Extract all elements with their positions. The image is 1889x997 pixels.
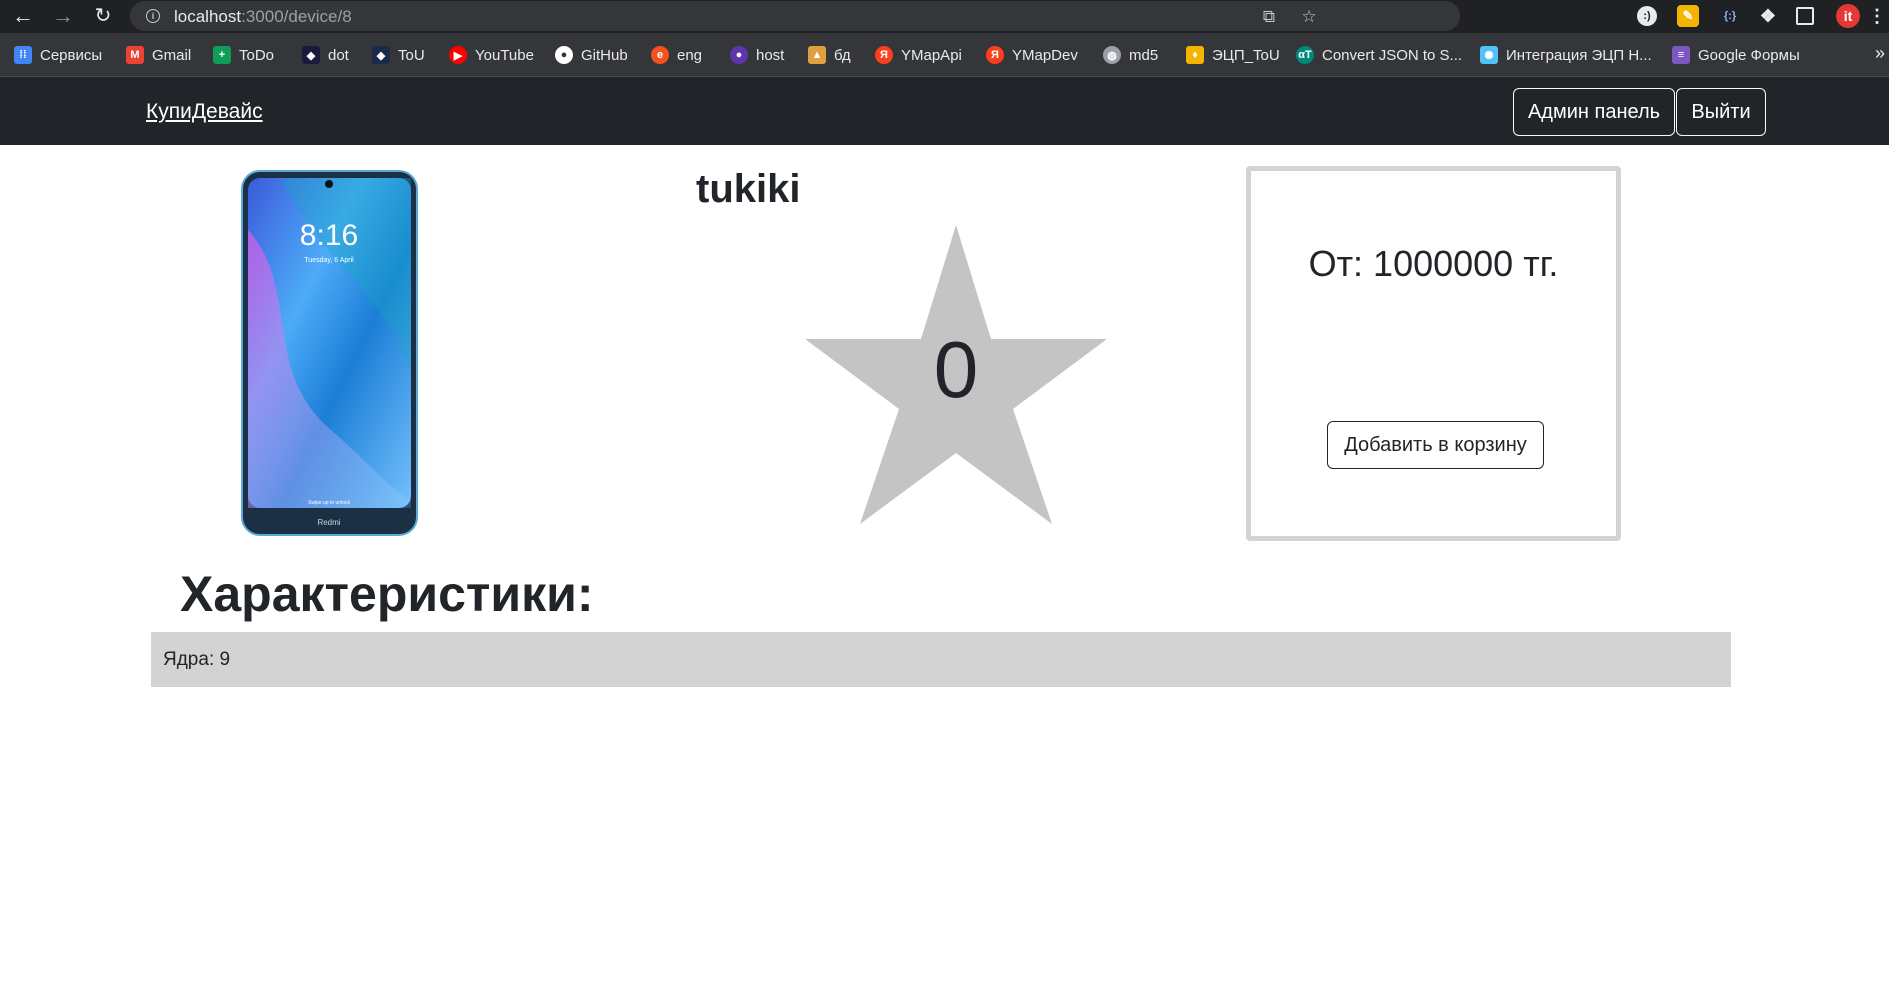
youtube-icon: ▶: [449, 46, 467, 64]
github-icon: ●: [555, 46, 573, 64]
bookmark-item[interactable]: ● host: [730, 45, 784, 65]
site-info-icon[interactable]: i: [146, 9, 160, 23]
forward-arrow-icon[interactable]: →: [50, 3, 76, 29]
back-arrow-icon[interactable]: ←: [10, 3, 36, 29]
menu-dots-icon[interactable]: ⋮: [1868, 4, 1886, 28]
bookmark-item[interactable]: ▶ YouTube: [449, 45, 534, 65]
share-icon[interactable]: ⧉: [1258, 6, 1280, 28]
bookmark-item[interactable]: ● GitHub: [555, 45, 628, 65]
brand-link[interactable]: КупиДевайс: [146, 100, 263, 124]
phone-unlock-hint: Swipe up to unlock: [308, 500, 350, 506]
bookmark-item[interactable]: ≡ Google Формы: [1672, 45, 1800, 65]
address-bar[interactable]: i localhost:3000/device/8 ⧉ ☆: [130, 1, 1460, 31]
bookmark-label: eng: [677, 46, 703, 64]
profile-it-icon[interactable]: it: [1836, 4, 1860, 28]
extensions-puzzle-icon[interactable]: ❖: [1756, 4, 1780, 28]
price-card: От: 1000000 тг. Добавить в корзину: [1246, 166, 1621, 541]
phone-time: 8:16: [300, 219, 358, 252]
app-navbar: КупиДевайс Админ панель Выйти: [0, 77, 1889, 145]
add-to-cart-button[interactable]: Добавить в корзину: [1327, 421, 1544, 469]
phone-brand: Redmi: [317, 518, 340, 527]
bookmark-item[interactable]: ◍ md5: [1103, 45, 1158, 65]
ecp-logo-icon: ♦: [1186, 46, 1204, 64]
bookmark-item[interactable]: αT Convert JSON to S...: [1296, 45, 1462, 65]
bookmark-star-icon[interactable]: ☆: [1298, 6, 1320, 28]
admin-panel-button[interactable]: Админ панель: [1513, 88, 1675, 136]
logout-button[interactable]: Выйти: [1676, 88, 1766, 136]
browser-toolbar: ← → ↻ i localhost:3000/device/8 ⧉ ☆ :) ✎…: [0, 0, 1889, 33]
bookmark-item[interactable]: ⁞⁞ Сервисы: [14, 45, 102, 65]
apps-grid-icon: ⁞⁞: [14, 46, 32, 64]
globe-icon: ◍: [1103, 46, 1121, 64]
bookmark-label: host: [756, 46, 785, 64]
bookmark-item[interactable]: Я YMapApi: [875, 45, 962, 65]
bookmark-label: Gmail: [152, 46, 192, 64]
db-logo-icon: ▲: [808, 46, 826, 64]
bookmark-item[interactable]: ◆ dot: [302, 45, 349, 65]
price-text: От: 1000000 тг.: [1308, 243, 1559, 284]
eng-logo-icon: e: [651, 46, 669, 64]
bookmark-label: Интеграция ЭЦП Н...: [1506, 46, 1652, 64]
url-text[interactable]: localhost:3000/device/8: [174, 7, 352, 27]
device-name: tukiki: [696, 167, 801, 211]
specs-title: Характеристики:: [180, 566, 594, 622]
todo-plus-icon: +: [213, 46, 231, 64]
bookmark-label: ToU: [398, 46, 425, 64]
convert-logo-icon: αT: [1296, 46, 1314, 64]
phone-date: Tuesday, 6 April: [304, 257, 354, 264]
bookmark-label: Google Формы: [1698, 46, 1800, 64]
extension-face-icon[interactable]: :): [1637, 6, 1657, 26]
bookmark-item[interactable]: ♦ ЭЦП_ToU: [1186, 45, 1280, 65]
bookmark-label: YMapDev: [1012, 46, 1078, 64]
rating-value: 0: [933, 325, 979, 414]
bookmark-item[interactable]: e eng: [651, 45, 702, 65]
bookmark-label: ToDo: [239, 46, 275, 64]
spec-row: Ядра: 9: [151, 632, 1731, 687]
bookmarks-more-icon[interactable]: »: [1875, 43, 1885, 64]
bookmark-label: md5: [1129, 46, 1159, 64]
extension-pencil-icon[interactable]: ✎: [1677, 5, 1699, 27]
url-path: :3000/device/8: [241, 7, 352, 26]
bookmarks-bar: » ⁞⁞ Сервисы M Gmail + ToDo ◆ dot ◆ ToU ▶ YouTube ● G…: [0, 33, 1889, 77]
bookmark-label: YouTube: [475, 46, 534, 64]
url-host: localhost: [174, 7, 242, 26]
bookmark-item[interactable]: + ToDo: [213, 45, 274, 65]
yandex-icon: Я: [986, 46, 1004, 64]
google-forms-icon: ≡: [1672, 46, 1690, 64]
bookmark-label: Сервисы: [40, 46, 103, 64]
integration-logo-icon: ✺: [1480, 46, 1498, 64]
yandex-icon: Я: [875, 46, 893, 64]
reload-icon[interactable]: ↻: [90, 3, 116, 29]
bookmark-item[interactable]: ▲ бд: [808, 45, 851, 65]
bookmark-label: dot: [328, 46, 349, 64]
bookmark-item[interactable]: ✺ Интеграция ЭЦП Н...: [1480, 45, 1652, 65]
bookmark-label: Convert JSON to S...: [1322, 46, 1463, 64]
bookmark-item[interactable]: Я YMapDev: [986, 45, 1078, 65]
dot-logo-icon: ◆: [302, 46, 320, 64]
bookmark-label: бд: [834, 46, 851, 64]
extension-code-icon[interactable]: {:}: [1718, 4, 1742, 28]
bookmark-item[interactable]: ◆ ToU: [372, 45, 425, 65]
bookmark-item[interactable]: M Gmail: [126, 45, 191, 65]
bookmark-label: GitHub: [581, 46, 628, 64]
side-panel-icon[interactable]: [1796, 7, 1814, 25]
device-image: 8:16 Tuesday, 6 April Swipe up to unlock…: [241, 170, 418, 536]
gmail-icon: M: [126, 46, 144, 64]
tou-logo-icon: ◆: [372, 46, 390, 64]
bookmark-label: ЭЦП_ToU: [1212, 46, 1280, 64]
host-logo-icon: ●: [730, 46, 748, 64]
bookmark-label: YMapApi: [901, 46, 962, 64]
